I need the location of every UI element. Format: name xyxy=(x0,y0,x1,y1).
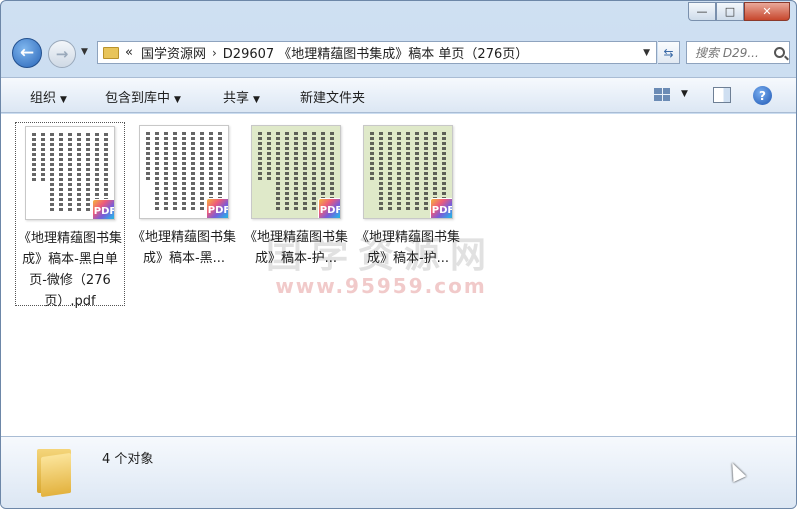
file-name: 《地理精蕴图书集成》稿本-护... xyxy=(243,230,348,266)
back-arrow-icon: ← xyxy=(19,43,35,63)
pdf-thumbnail: PDF xyxy=(251,125,341,219)
maximize-button[interactable]: □ xyxy=(716,2,744,21)
preview-pane-icon[interactable] xyxy=(713,87,731,103)
refresh-button[interactable]: ⇆ xyxy=(658,41,680,64)
minimize-button[interactable]: — xyxy=(688,2,716,21)
pdf-file-icon: PDF xyxy=(430,198,452,218)
search-input[interactable] xyxy=(695,45,773,60)
pdf-file-icon: PDF xyxy=(318,198,340,218)
share-label: 共享 xyxy=(223,91,250,106)
organize-button[interactable]: 组织 ▼ xyxy=(30,87,67,106)
file-list[interactable]: 国学资源网 www.95959.com PDF 《地理精蕴图书集成》稿本-黑白单… xyxy=(1,114,796,436)
pdf-file-icon: PDF xyxy=(206,198,228,218)
breadcrumb-item-current[interactable]: D29607 《地理精蕴图书集成》稿本 单页（276页） xyxy=(223,43,528,62)
search-icon[interactable] xyxy=(774,47,785,58)
forward-button[interactable]: → xyxy=(48,40,76,68)
include-library-label: 包含到库中 xyxy=(105,91,171,106)
breadcrumb-overflow[interactable]: « xyxy=(125,45,133,60)
breadcrumb-item-guoxue[interactable]: 国学资源网 xyxy=(141,43,206,62)
file-item[interactable]: PDF 《地理精蕴图书集成》稿本-护... xyxy=(353,122,463,269)
folder-icon xyxy=(37,445,71,498)
command-toolbar: 组织 ▼ 包含到库中 ▼ 共享 ▼ 新建文件夹 ▼ ? xyxy=(1,77,796,113)
pdf-thumbnail: PDF xyxy=(25,126,115,220)
pdf-file-icon: PDF xyxy=(92,199,114,219)
explorer-window: — □ ✕ ← → ▼ « 国学资源网 › D29607 《地理精蕴图书集成》稿… xyxy=(0,0,797,509)
address-dropdown-icon[interactable]: ▼ xyxy=(643,48,650,58)
help-icon[interactable]: ? xyxy=(753,86,772,105)
view-options-icon[interactable] xyxy=(654,88,670,101)
back-button[interactable]: ← xyxy=(12,38,42,68)
address-bar[interactable]: « 国学资源网 › D29607 《地理精蕴图书集成》稿本 单页（276页） ▼ xyxy=(97,41,657,64)
close-button[interactable]: ✕ xyxy=(744,2,790,21)
file-item[interactable]: PDF 《地理精蕴图书集成》稿本-黑白单页-微修（276页）.pdf xyxy=(15,122,125,309)
search-box[interactable] xyxy=(686,41,790,64)
chevron-down-icon: ▼ xyxy=(60,95,67,105)
file-name: 《地理精蕴图书集成》稿本-黑白单页-微修（276页）.pdf xyxy=(18,231,123,309)
folder-icon xyxy=(103,46,119,59)
new-folder-button[interactable]: 新建文件夹 xyxy=(300,87,365,106)
breadcrumb-separator-icon[interactable]: › xyxy=(212,46,217,60)
share-button[interactable]: 共享 ▼ xyxy=(223,87,260,106)
details-pane: 4 个对象 xyxy=(1,436,796,508)
file-item[interactable]: PDF 《地理精蕴图书集成》稿本-黑... xyxy=(129,122,239,269)
chevron-down-icon: ▼ xyxy=(253,95,260,105)
recent-pages-dropdown[interactable]: ▼ xyxy=(81,47,88,57)
organize-label: 组织 xyxy=(30,91,57,106)
title-bar[interactable]: — □ ✕ xyxy=(1,1,796,33)
file-name: 《地理精蕴图书集成》稿本-黑... xyxy=(131,230,236,266)
chevron-down-icon: ▼ xyxy=(174,95,181,105)
pdf-thumbnail: PDF xyxy=(363,125,453,219)
window-controls: — □ ✕ xyxy=(688,2,790,21)
watermark-url: www.95959.com xyxy=(275,274,487,298)
navigation-row: ← → ▼ « 国学资源网 › D29607 《地理精蕴图书集成》稿本 单页（2… xyxy=(1,35,796,69)
pdf-thumbnail: PDF xyxy=(139,125,229,219)
file-item[interactable]: PDF 《地理精蕴图书集成》稿本-护... xyxy=(241,122,351,269)
forward-arrow-icon: → xyxy=(55,45,69,63)
item-count: 4 个对象 xyxy=(102,452,154,467)
refresh-icon: ⇆ xyxy=(663,45,674,60)
file-name: 《地理精蕴图书集成》稿本-护... xyxy=(355,230,460,266)
view-dropdown-icon[interactable]: ▼ xyxy=(681,89,688,99)
include-in-library-button[interactable]: 包含到库中 ▼ xyxy=(105,87,181,106)
